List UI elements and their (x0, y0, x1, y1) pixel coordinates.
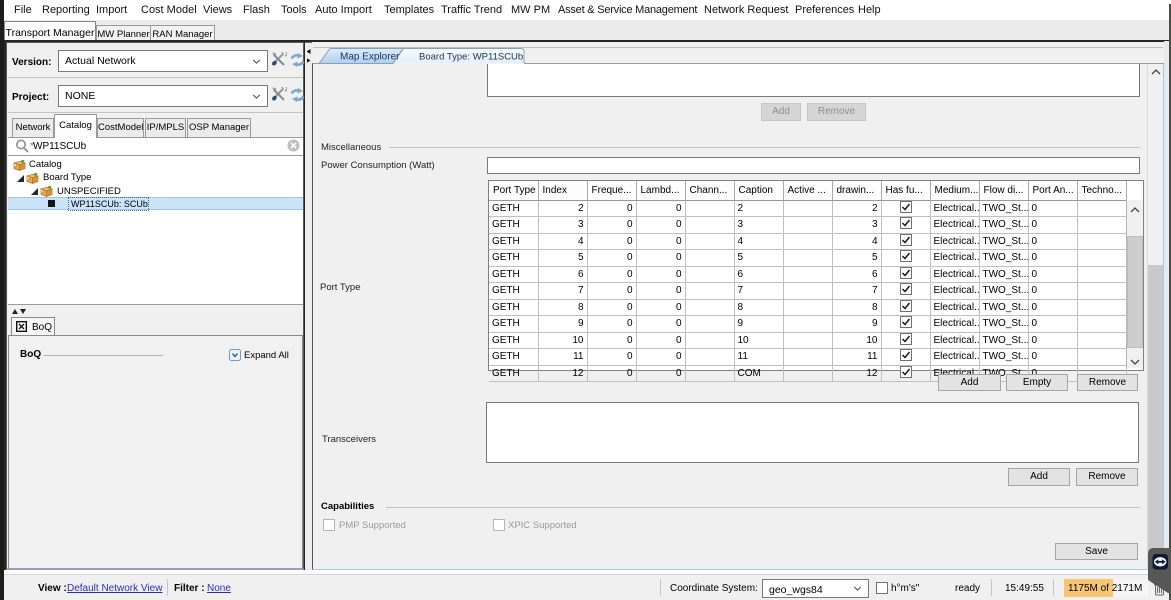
svg-text:Map Explorer: Map Explorer (340, 52, 400, 63)
svg-text:Board Type: WP11SCUb: Board Type: WP11SCUb (419, 52, 523, 63)
